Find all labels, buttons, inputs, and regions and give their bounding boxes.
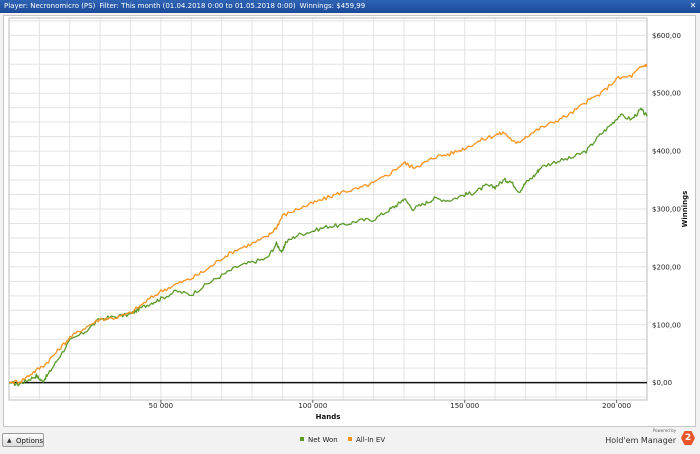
legend-item-net-won: Net Won: [300, 434, 338, 446]
legend: Net Won All-In EV: [300, 434, 393, 446]
y-tick-label: $0,00: [652, 379, 672, 387]
y-tick-label: $600,00: [652, 32, 681, 40]
y-axis-title: Winnings: [681, 191, 689, 228]
brand: Powered by Hold'em Manager 2: [596, 428, 696, 450]
legend-swatch: [347, 437, 352, 441]
x-axis-title: Hands: [316, 413, 341, 421]
y-tick-label: $500,00: [652, 90, 681, 98]
legend-label: All-In EV: [355, 436, 386, 444]
hm2-logo: 2: [681, 431, 695, 445]
y-tick-label: $100,00: [652, 321, 681, 329]
series-line-net-won: [8, 107, 648, 387]
x-tick-label: 150 000: [450, 402, 479, 410]
options-label: Options: [16, 437, 44, 445]
winnings-chart: 50 000 100 000 150 000 200 000 $0,00 $100,00 $…: [8, 17, 689, 421]
legend-label: Net Won: [308, 436, 338, 444]
options-button[interactable]: ▲ Options: [2, 433, 44, 447]
powered-by-label: Powered by: [652, 428, 676, 433]
x-tick-label: 50 000: [149, 402, 174, 410]
x-tick-label: 100 000: [298, 402, 327, 410]
legend-swatch: [300, 437, 304, 441]
legend-item-all-in-ev: All-In EV: [347, 434, 386, 446]
x-tick-label: 200 000: [602, 402, 631, 410]
y-tick-label: $200,00: [652, 263, 681, 271]
triangle-up-icon: ▲: [7, 437, 12, 444]
y-tick-label: $400,00: [652, 148, 681, 156]
brand-name: Hold'em Manager: [605, 436, 676, 445]
y-tick-label: $300,00: [652, 206, 681, 214]
